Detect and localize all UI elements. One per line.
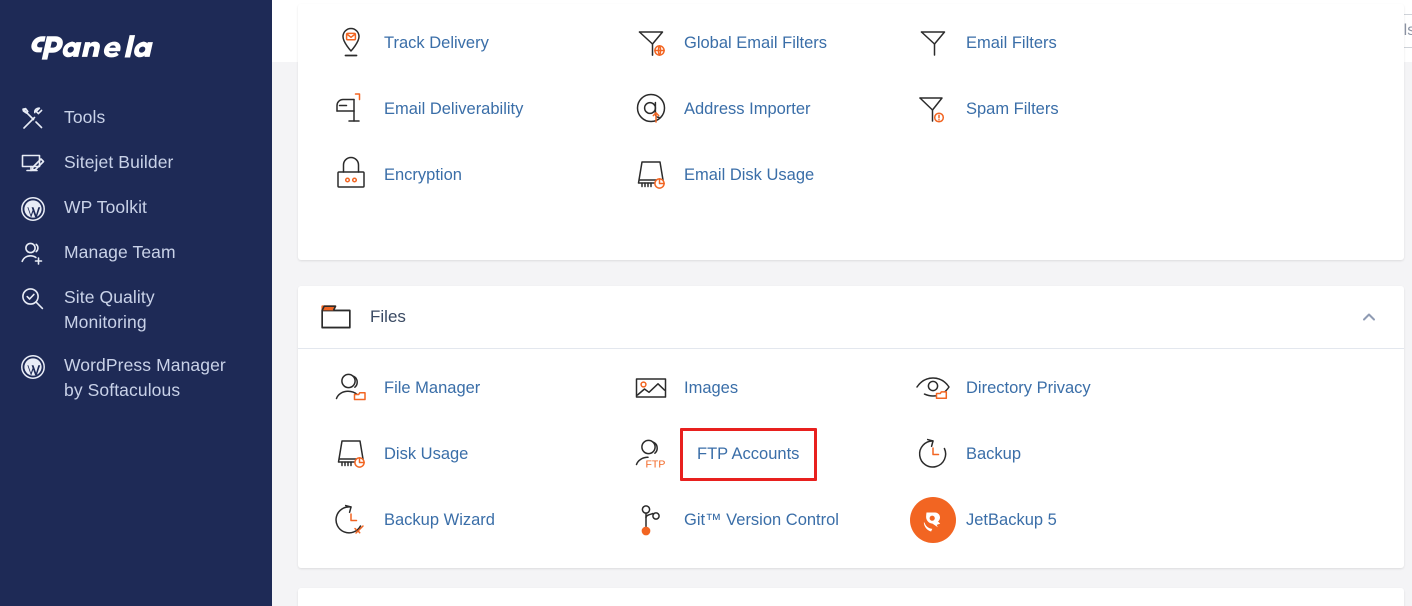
tile-track-delivery[interactable]: Track Delivery: [314, 10, 614, 76]
tile-label: Directory Privacy: [966, 378, 1091, 398]
file-manager-icon: [328, 365, 374, 411]
files-tile-grid: File Manager Images: [298, 349, 1404, 561]
tile-disk-usage[interactable]: Disk Usage: [314, 421, 614, 487]
manage-team-icon: [16, 241, 50, 267]
backup-icon: [910, 431, 956, 477]
directory-privacy-icon: [910, 365, 956, 411]
tile-label: Global Email Filters: [684, 33, 827, 53]
files-section-card: Files: [298, 286, 1404, 568]
email-disk-usage-icon: [628, 152, 674, 198]
tile-label: Email Filters: [966, 33, 1057, 53]
spam-filters-icon: [910, 86, 956, 132]
email-section-card: Track Delivery Global Email Filters: [298, 4, 1404, 260]
cpanel-logo[interactable]: [16, 24, 166, 68]
tile-file-manager[interactable]: File Manager: [314, 355, 614, 421]
sidebar-item-manage-team[interactable]: Manage Team: [0, 231, 272, 276]
sidebar-item-label: WordPress Manager by Softaculous: [64, 353, 226, 403]
sidebar: Tools Sitejet Builder: [0, 0, 272, 606]
address-importer-icon: [628, 86, 674, 132]
sidebar-item-wordpress-manager[interactable]: WordPress Manager by Softaculous: [0, 344, 272, 412]
next-section-card: [298, 588, 1404, 606]
tile-backup-wizard[interactable]: Backup Wizard: [314, 487, 614, 553]
tile-email-deliverability[interactable]: Email Deliverability: [314, 76, 614, 142]
main-content: Track Delivery Global Email Filters: [272, 0, 1412, 606]
tile-label: Address Importer: [684, 99, 811, 119]
sidebar-item-site-quality-monitoring[interactable]: Site Quality Monitoring: [0, 276, 272, 344]
git-version-control-icon: [628, 497, 674, 543]
tile-label: Git™ Version Control: [684, 510, 839, 530]
tile-encryption[interactable]: Encryption: [314, 142, 614, 208]
sidebar-item-sitejet-builder[interactable]: Sitejet Builder: [0, 141, 272, 186]
tile-label: Backup Wizard: [384, 510, 495, 530]
sidebar-item-tools[interactable]: Tools: [0, 96, 272, 141]
disk-usage-icon: [328, 431, 374, 477]
tile-spam-filters[interactable]: Spam Filters: [896, 76, 1404, 142]
sitejet-builder-icon: [16, 151, 50, 177]
tile-label: File Manager: [384, 378, 480, 398]
sidebar-item-label: Manage Team: [64, 240, 176, 265]
sidebar-item-label: Tools: [64, 105, 105, 130]
chevron-up-icon[interactable]: [1358, 306, 1380, 328]
tile-label: JetBackup 5: [966, 510, 1057, 530]
folder-icon: [320, 302, 360, 332]
tile-jetbackup-5[interactable]: JetBackup 5: [896, 487, 1404, 553]
sidebar-nav: Tools Sitejet Builder: [0, 96, 272, 412]
tile-address-importer[interactable]: Address Importer: [614, 76, 896, 142]
tile-label: Email Disk Usage: [684, 165, 814, 185]
tile-email-disk-usage[interactable]: Email Disk Usage: [614, 142, 896, 208]
files-section-header[interactable]: Files: [298, 286, 1404, 348]
wordpress-icon: [16, 354, 50, 380]
sidebar-item-wp-toolkit[interactable]: WP Toolkit: [0, 186, 272, 231]
email-filters-icon: [910, 20, 956, 66]
jetbackup-5-icon: [910, 497, 956, 543]
ftp-accounts-icon: FTP: [628, 431, 674, 477]
tile-label: FTP Accounts: [680, 428, 817, 481]
sidebar-item-label: Site Quality Monitoring: [64, 285, 155, 335]
tile-label: Disk Usage: [384, 444, 468, 464]
tile-images[interactable]: Images: [614, 355, 896, 421]
sidebar-item-label: Sitejet Builder: [64, 150, 173, 175]
tile-backup[interactable]: Backup: [896, 421, 1404, 487]
sidebar-item-label: WP Toolkit: [64, 195, 147, 220]
track-delivery-icon: [328, 20, 374, 66]
email-tile-grid: Track Delivery Global Email Filters: [298, 4, 1404, 216]
tile-email-filters[interactable]: Email Filters: [896, 10, 1404, 76]
files-section-title: Files: [370, 307, 406, 327]
encryption-icon: [328, 152, 374, 198]
global-email-filters-icon: [628, 20, 674, 66]
tile-global-email-filters[interactable]: Global Email Filters: [614, 10, 896, 76]
tile-label: Email Deliverability: [384, 99, 523, 119]
tools-icon: [16, 106, 50, 132]
tile-label: Spam Filters: [966, 99, 1059, 119]
wordpress-icon: [16, 196, 50, 222]
cpanel-window: Tools Sitejet Builder: [0, 0, 1412, 606]
tile-ftp-accounts[interactable]: FTP FTP Accounts: [614, 421, 896, 487]
tile-directory-privacy[interactable]: Directory Privacy: [896, 355, 1404, 421]
svg-text:FTP: FTP: [646, 459, 666, 471]
tile-git-version-control[interactable]: Git™ Version Control: [614, 487, 896, 553]
tile-label: Track Delivery: [384, 33, 489, 53]
tile-label: Backup: [966, 444, 1021, 464]
email-deliverability-icon: [328, 86, 374, 132]
tile-label: Encryption: [384, 165, 462, 185]
images-icon: [628, 365, 674, 411]
tile-label: Images: [684, 378, 738, 398]
tile-empty-slot: [896, 142, 1404, 208]
site-quality-monitoring-icon: [16, 286, 50, 312]
backup-wizard-icon: [328, 497, 374, 543]
